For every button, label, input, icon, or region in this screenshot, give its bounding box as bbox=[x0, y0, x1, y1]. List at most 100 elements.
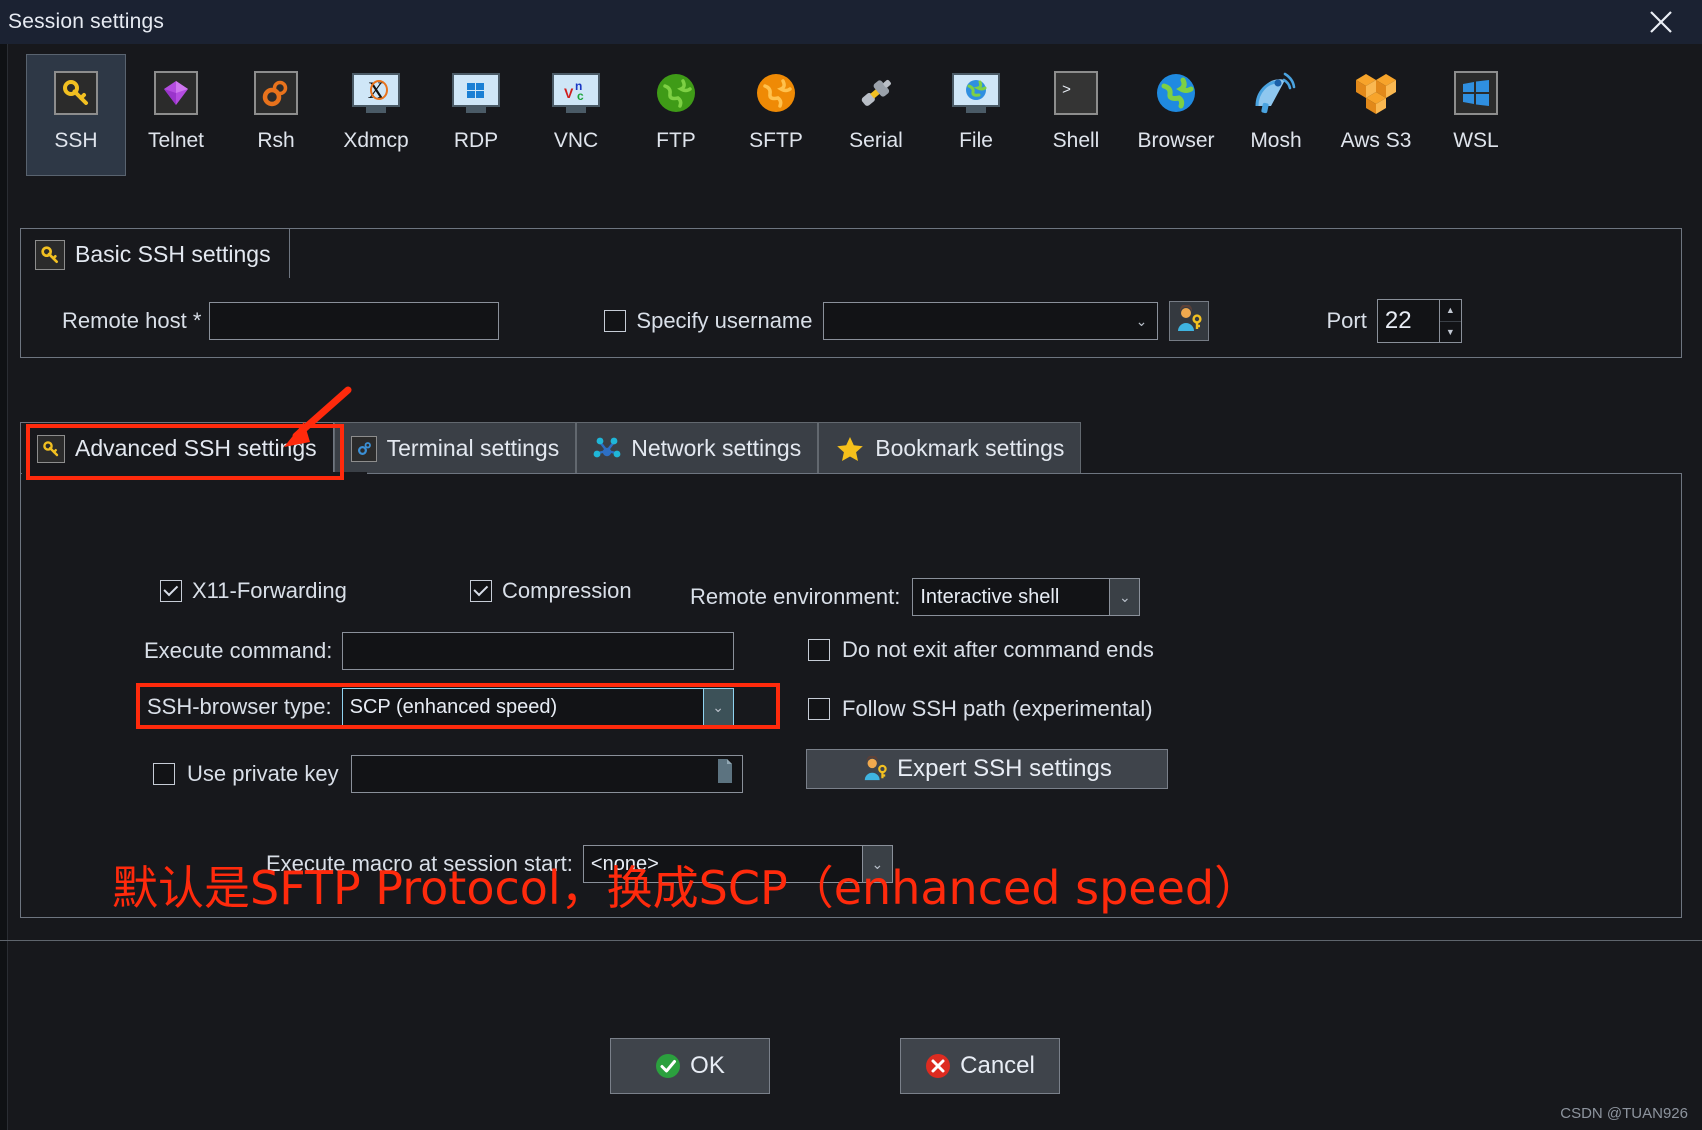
cancel-button[interactable]: Cancel bbox=[900, 1038, 1060, 1094]
protocol-label: File bbox=[959, 129, 993, 152]
do-not-exit-row: Do not exit after command ends bbox=[808, 637, 1154, 663]
tab-advanced-ssh-settings[interactable]: Advanced SSH settings bbox=[20, 422, 334, 474]
vnc-monitor-icon: V n c bbox=[550, 67, 602, 119]
protocol-aws-s3[interactable]: Aws S3 bbox=[1326, 54, 1426, 176]
protocol-mosh[interactable]: Mosh bbox=[1226, 54, 1326, 176]
svg-text:c: c bbox=[577, 89, 584, 103]
remote-environment-row: Remote environment: Interactive shell ⌄ bbox=[690, 578, 1141, 616]
protocol-ssh[interactable]: SSH bbox=[26, 54, 126, 176]
ssh-browser-type-value: SCP (enhanced speed) bbox=[349, 695, 558, 718]
close-icon[interactable] bbox=[1634, 0, 1688, 44]
watermark-text: CSDN @TUAN926 bbox=[1560, 1105, 1688, 1122]
follow-ssh-path-label: Follow SSH path (experimental) bbox=[842, 696, 1153, 721]
orange-globe-icon bbox=[750, 67, 802, 119]
execute-command-label: Execute command: bbox=[144, 638, 333, 663]
specify-username-label: Specify username bbox=[636, 308, 813, 333]
do-not-exit-label: Do not exit after command ends bbox=[842, 637, 1154, 662]
protocol-label: Telnet bbox=[147, 129, 205, 152]
protocol-shell[interactable]: > Shell bbox=[1026, 54, 1126, 176]
chevron-down-icon: ⌄ bbox=[1109, 579, 1140, 615]
remote-host-label: Remote host * bbox=[62, 308, 202, 333]
protocol-vnc[interactable]: V n c VNC bbox=[526, 54, 626, 176]
settings-tabstrip: Advanced SSH settings Terminal settings bbox=[20, 422, 1682, 474]
protocol-label: VNC bbox=[553, 129, 599, 152]
x11-forwarding-row: X11-Forwarding bbox=[160, 578, 347, 604]
protocol-ftp[interactable]: FTP bbox=[626, 54, 726, 176]
expert-ssh-settings-button[interactable]: Expert SSH settings bbox=[806, 749, 1168, 789]
file-browse-icon[interactable] bbox=[715, 758, 735, 790]
protocol-serial[interactable]: Serial bbox=[826, 54, 926, 176]
terminal-icon: > bbox=[1050, 67, 1102, 119]
use-private-key-row: Use private key bbox=[153, 755, 743, 793]
protocol-rdp[interactable]: RDP bbox=[426, 54, 526, 176]
port-input[interactable]: 22 ▲ ▼ bbox=[1376, 299, 1462, 343]
protocol-file[interactable]: File bbox=[926, 54, 1026, 176]
x11-forwarding-label: X11-Forwarding bbox=[192, 578, 347, 603]
satellite-icon bbox=[1250, 67, 1302, 119]
blue-globe-icon bbox=[1150, 67, 1202, 119]
protocol-selector-bar: SSH Telnet Rsh X Xdmcp RDP V n c VNC FTP… bbox=[8, 44, 1702, 209]
x11-forwarding-checkbox[interactable] bbox=[160, 580, 182, 602]
follow-ssh-path-checkbox[interactable] bbox=[808, 698, 830, 720]
use-private-key-label: Use private key bbox=[187, 761, 339, 786]
tab-network-settings[interactable]: Network settings bbox=[576, 422, 819, 474]
private-key-input[interactable] bbox=[350, 755, 743, 793]
chevron-down-icon: ⌄ bbox=[702, 689, 733, 725]
username-combobox[interactable]: ⌄ bbox=[822, 302, 1158, 340]
compression-checkbox[interactable] bbox=[470, 580, 492, 602]
globe-monitor-icon bbox=[950, 67, 1002, 119]
protocol-browser[interactable]: Browser bbox=[1126, 54, 1226, 176]
follow-ssh-path-row: Follow SSH path (experimental) bbox=[808, 696, 1153, 722]
cancel-label: Cancel bbox=[960, 1052, 1035, 1079]
tab-bookmark-settings[interactable]: Bookmark settings bbox=[818, 422, 1082, 474]
svg-text:>: > bbox=[1062, 82, 1071, 99]
port-label: Port bbox=[1326, 308, 1367, 333]
remote-environment-combobox[interactable]: Interactive shell ⌄ bbox=[912, 578, 1141, 616]
protocol-label: Rsh bbox=[257, 129, 295, 152]
port-value: 22 bbox=[1384, 307, 1412, 334]
execute-command-input[interactable] bbox=[342, 632, 735, 670]
remote-host-input[interactable] bbox=[209, 302, 500, 340]
ssh-browser-type-combobox[interactable]: SCP (enhanced speed) ⌄ bbox=[341, 688, 734, 726]
gem-icon bbox=[150, 67, 202, 119]
spinner-up-icon: ▲ bbox=[1439, 300, 1461, 322]
select-user-button[interactable] bbox=[1168, 301, 1209, 341]
window-left-edge bbox=[0, 44, 8, 1130]
remote-environment-value: Interactive shell bbox=[920, 585, 1060, 608]
protocol-label: SSH bbox=[54, 129, 98, 152]
tab-terminal-settings[interactable]: Terminal settings bbox=[333, 422, 577, 474]
star-icon bbox=[835, 434, 865, 464]
plug-icon bbox=[850, 67, 902, 119]
protocol-label: Xdmcp bbox=[343, 129, 409, 152]
user-key-icon bbox=[862, 756, 888, 782]
protocol-xdmcp[interactable]: X Xdmcp bbox=[326, 54, 426, 176]
protocol-wsl[interactable]: WSL bbox=[1426, 54, 1526, 176]
footer-separator bbox=[0, 940, 1702, 941]
compression-label: Compression bbox=[502, 578, 632, 603]
do-not-exit-checkbox[interactable] bbox=[808, 639, 830, 661]
execute-command-row: Execute command: bbox=[144, 632, 735, 670]
protocol-label: Browser bbox=[1137, 129, 1215, 152]
protocol-label: Serial bbox=[849, 129, 903, 152]
use-private-key-checkbox[interactable] bbox=[153, 763, 175, 785]
protocol-telnet[interactable]: Telnet bbox=[126, 54, 226, 176]
compression-row: Compression bbox=[470, 578, 632, 604]
windows-icon bbox=[1450, 67, 1502, 119]
basic-ssh-settings-header: Basic SSH settings bbox=[20, 228, 290, 280]
x-monitor-icon: X bbox=[350, 67, 402, 119]
protocol-label: RDP bbox=[453, 129, 499, 152]
tab-panel-seam bbox=[22, 472, 367, 475]
specify-username-checkbox[interactable] bbox=[604, 310, 627, 332]
protocol-label: Mosh bbox=[1250, 129, 1302, 152]
protocol-sftp[interactable]: SFTP bbox=[726, 54, 826, 176]
ok-button[interactable]: OK bbox=[610, 1038, 770, 1094]
ok-label: OK bbox=[690, 1052, 725, 1079]
remote-environment-label: Remote environment: bbox=[690, 584, 901, 609]
expert-ssh-settings-label: Expert SSH settings bbox=[897, 755, 1112, 782]
port-spinner[interactable]: ▲ ▼ bbox=[1438, 300, 1461, 342]
protocol-rsh[interactable]: Rsh bbox=[226, 54, 326, 176]
basic-ssh-settings-title: Basic SSH settings bbox=[75, 241, 271, 267]
protocol-label: Aws S3 bbox=[1340, 129, 1412, 152]
group-tab-seam bbox=[21, 278, 302, 281]
ssh-browser-type-label: SSH-browser type: bbox=[147, 694, 332, 719]
